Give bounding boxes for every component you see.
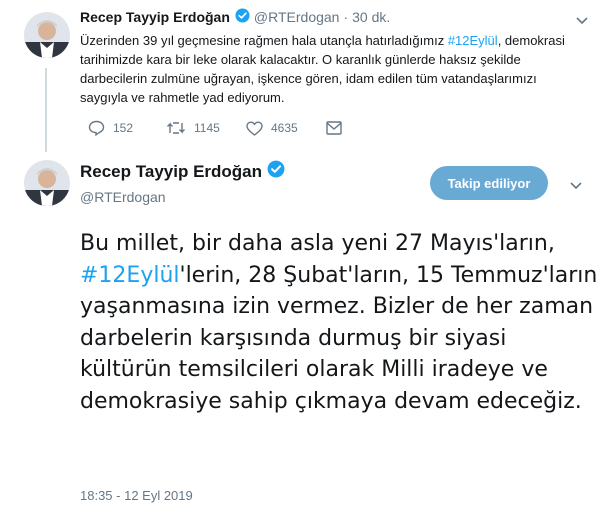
like-icon xyxy=(246,120,263,136)
author-name[interactable]: Recep Tayyip Erdoğan xyxy=(80,162,262,182)
chevron-down-icon[interactable] xyxy=(576,14,588,28)
tweet-text-part: Bu millet, bir daha asla yeni 27 Mayıs'l… xyxy=(80,231,555,256)
reply-icon xyxy=(88,120,105,136)
separator-dot: · xyxy=(343,9,349,25)
reply-button[interactable]: 152 xyxy=(88,120,166,136)
author-handle[interactable]: @RTErdogan xyxy=(80,189,289,205)
reply-count: 152 xyxy=(113,121,134,135)
tweet-time[interactable]: 30 dk. xyxy=(352,9,390,25)
retweet-button[interactable]: 1145 xyxy=(166,121,246,135)
following-button[interactable]: Takip ediliyor xyxy=(430,166,548,200)
like-count: 4635 xyxy=(271,121,298,135)
tweet-text: Bu millet, bir daha asla yeni 27 Mayıs'l… xyxy=(80,228,600,417)
tweet-timestamp[interactable]: 18:35 - 12 Eyl 2019 xyxy=(80,488,193,503)
hashtag-link[interactable]: #12Eylül xyxy=(448,33,498,48)
message-button[interactable] xyxy=(326,121,350,135)
verified-badge-icon xyxy=(267,160,285,183)
hashtag-link[interactable]: #12Eylül xyxy=(80,263,180,288)
like-button[interactable]: 4635 xyxy=(246,120,326,136)
avatar[interactable] xyxy=(24,160,70,206)
author-name[interactable]: Recep Tayyip Erdoğan xyxy=(80,9,230,25)
retweet-icon xyxy=(167,122,185,134)
chevron-down-icon[interactable] xyxy=(570,179,582,193)
author-handle[interactable]: @RTErdogan xyxy=(254,9,340,25)
tweet-text-part: Üzerinden 39 yıl geçmesine rağmen hala u… xyxy=(80,33,448,48)
tweet-1[interactable]: Recep Tayyip Erdoğan @RTErdogan · 30 dk.… xyxy=(80,8,595,107)
retweet-count: 1145 xyxy=(194,121,220,135)
verified-badge-icon xyxy=(235,8,250,26)
message-icon xyxy=(326,121,342,135)
tweet-2-header: Recep Tayyip Erdoğan @RTErdogan xyxy=(80,160,289,205)
avatar[interactable] xyxy=(24,12,70,58)
thread-line xyxy=(45,68,47,152)
tweet-actions: 152 1145 4635 xyxy=(88,120,350,136)
tweet-text: Üzerinden 39 yıl geçmesine rağmen hala u… xyxy=(80,31,575,107)
